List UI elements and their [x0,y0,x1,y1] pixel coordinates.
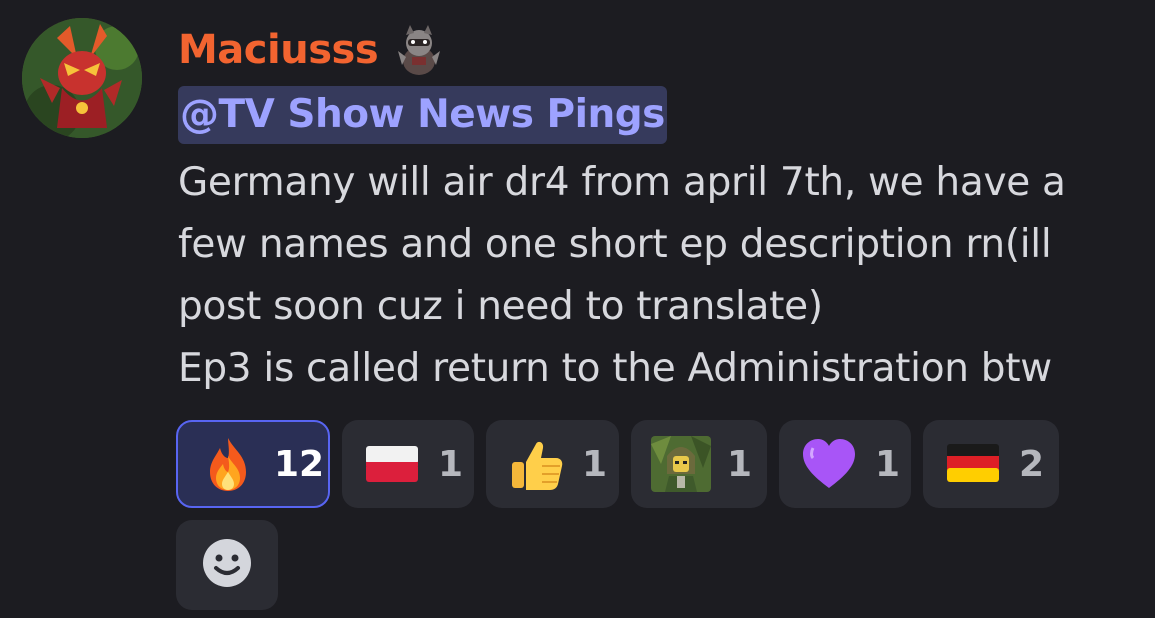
germany-flag-emoji-icon [943,434,1003,494]
reaction-purple-heart[interactable]: 1 [779,420,911,508]
reaction-fire[interactable]: 12 [176,420,330,508]
reaction-bar: 12 1 1 1 1 2 [176,420,1059,508]
smiley-icon [201,537,253,593]
chat-message: Maciusss @TV Show News Pings Germany wil… [0,0,1155,618]
raccoon-badge-icon [390,21,448,79]
avatar-image [22,18,142,138]
message-text: Germany will air dr4 from april 7th, we … [178,160,1066,391]
message-header: Maciusss [178,18,1138,82]
reaction-thumbs-up[interactable]: 1 [486,420,619,508]
reaction-count: 1 [875,443,901,485]
reaction-count: 1 [582,443,608,485]
fire-emoji-icon [198,434,258,494]
avatar[interactable] [22,18,142,138]
thumbs-up-emoji-icon [506,434,566,494]
poland-flag-emoji-icon [362,434,422,494]
reaction-germany-flag[interactable]: 2 [923,420,1059,508]
reaction-poland-flag[interactable]: 1 [342,420,474,508]
reaction-custom-character[interactable]: 1 [631,420,767,508]
add-reaction-button[interactable] [176,520,278,610]
role-mention[interactable]: @TV Show News Pings [178,86,667,144]
reaction-count: 12 [274,443,325,485]
reaction-count: 2 [1019,443,1045,485]
custom-character-emoji-icon [651,434,711,494]
message-content: Maciusss @TV Show News Pings Germany wil… [178,18,1138,400]
reaction-count: 1 [727,443,753,485]
username[interactable]: Maciusss [178,18,379,82]
purple-heart-emoji-icon [799,434,859,494]
reaction-count: 1 [438,443,464,485]
